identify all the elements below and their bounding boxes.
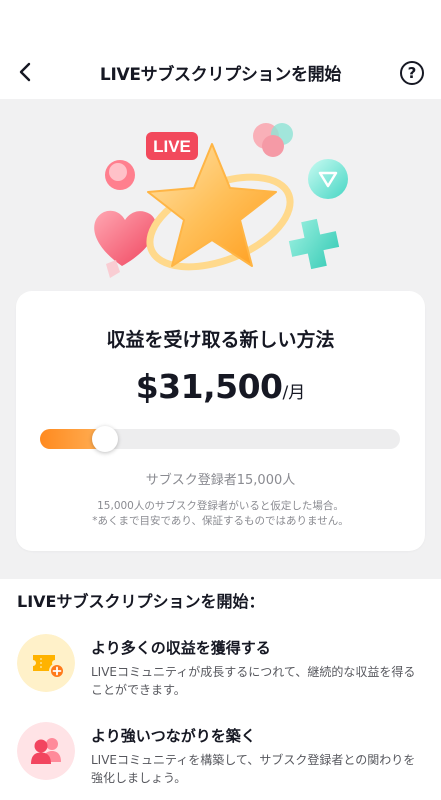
- question-circle-icon[interactable]: ?: [400, 61, 424, 85]
- card-title: 収益を受け取る新しい方法: [106, 329, 335, 351]
- disclaimer-line-1: 15,000人のサブスク登録者がいると仮定した場合。: [97, 500, 344, 512]
- per-month-unit: /月: [282, 383, 306, 403]
- feature-description: LIVEコミュニティが成長するにつれて、継続的な収益を得ることができます。: [91, 665, 416, 697]
- people-icon: [17, 722, 75, 780]
- hero-illustration: LIVE: [94, 123, 348, 278]
- feature-title: より多くの収益を獲得する: [91, 639, 271, 657]
- earnings-card: 収益を受け取る新しい方法 $31,500/月 サブスク登録者15,000人 15…: [16, 291, 425, 551]
- subscriber-count-label: サブスク登録者15,000人: [145, 473, 296, 488]
- play-icon: [308, 159, 348, 199]
- section-title: LIVEサブスクリプションを開始：: [17, 592, 265, 611]
- feature-item-connect: より強いつながりを築く LIVEコミュニティを構築して、サブスク登録者との関わり…: [17, 722, 427, 792]
- feature-description: LIVEコミュニティを構築して、サブスク登録者との関わりを強化しましょう。: [91, 753, 416, 785]
- feature-title: より強いつながりを築く: [91, 727, 256, 745]
- feature-item-earn-more: より多くの収益を獲得する LIVEコミュニティが成長するにつれて、継続的な収益を…: [17, 634, 427, 704]
- disclaimer-note: 15,000人のサブスク登録者がいると仮定した場合。 *あくまで目安であり、保証…: [16, 499, 425, 529]
- disclaimer-line-2: *あくまで目安であり、保証するものではありません。: [92, 515, 349, 527]
- live-badge-label: LIVE: [153, 137, 191, 156]
- top-navigation-bar: LIVEサブスクリプションを開始 ?: [0, 0, 441, 99]
- slider-thumb[interactable]: [91, 426, 118, 452]
- page-title: LIVEサブスクリプションを開始: [99, 65, 342, 85]
- live-badge: LIVE: [146, 132, 198, 160]
- estimated-amount: $31,500: [135, 367, 283, 406]
- amount-display: $31,500/月: [16, 367, 425, 406]
- plus-icon: [288, 218, 340, 270]
- coin-icon: [105, 160, 135, 190]
- cloud-icon: [253, 123, 293, 157]
- ticket-plus-icon: [17, 634, 75, 692]
- subscriber-slider[interactable]: [40, 426, 400, 452]
